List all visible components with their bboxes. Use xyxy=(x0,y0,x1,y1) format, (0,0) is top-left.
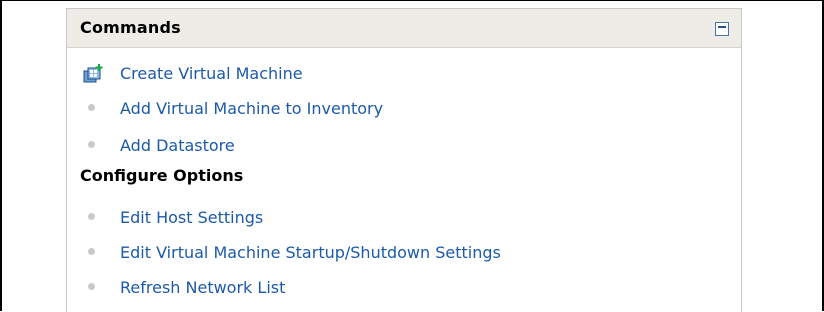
create-vm-icon xyxy=(83,64,103,83)
edit-vm-startup-link[interactable]: Edit Virtual Machine Startup/Shutdown Se… xyxy=(120,243,501,262)
command-refresh-network[interactable]: Refresh Network List xyxy=(67,275,687,303)
command-add-vm-inventory[interactable]: Add Virtual Machine to Inventory xyxy=(67,96,687,124)
configure-options-heading: Configure Options xyxy=(80,166,244,185)
bullet-icon xyxy=(88,248,95,255)
command-create-vm[interactable]: Create Virtual Machine xyxy=(67,61,687,89)
add-vm-inventory-link[interactable]: Add Virtual Machine to Inventory xyxy=(120,99,383,118)
add-datastore-link[interactable]: Add Datastore xyxy=(120,136,235,155)
commands-panel: Commands Create Virtual Machine Add Virt… xyxy=(66,8,742,312)
panel-header: Commands xyxy=(67,9,741,48)
bullet-icon xyxy=(88,213,95,220)
bullet-icon xyxy=(88,283,95,290)
create-vm-link[interactable]: Create Virtual Machine xyxy=(120,64,303,83)
edit-host-settings-link[interactable]: Edit Host Settings xyxy=(120,208,263,227)
window-frame: Commands Create Virtual Machine Add Virt… xyxy=(0,0,824,312)
collapse-icon[interactable] xyxy=(715,22,729,36)
bullet-icon xyxy=(88,141,95,148)
refresh-network-link[interactable]: Refresh Network List xyxy=(120,278,285,297)
command-add-datastore[interactable]: Add Datastore xyxy=(67,133,687,161)
command-edit-vm-startup[interactable]: Edit Virtual Machine Startup/Shutdown Se… xyxy=(67,240,687,268)
bullet-icon xyxy=(88,104,95,111)
panel-title: Commands xyxy=(80,18,181,37)
command-edit-host-settings[interactable]: Edit Host Settings xyxy=(67,205,687,233)
